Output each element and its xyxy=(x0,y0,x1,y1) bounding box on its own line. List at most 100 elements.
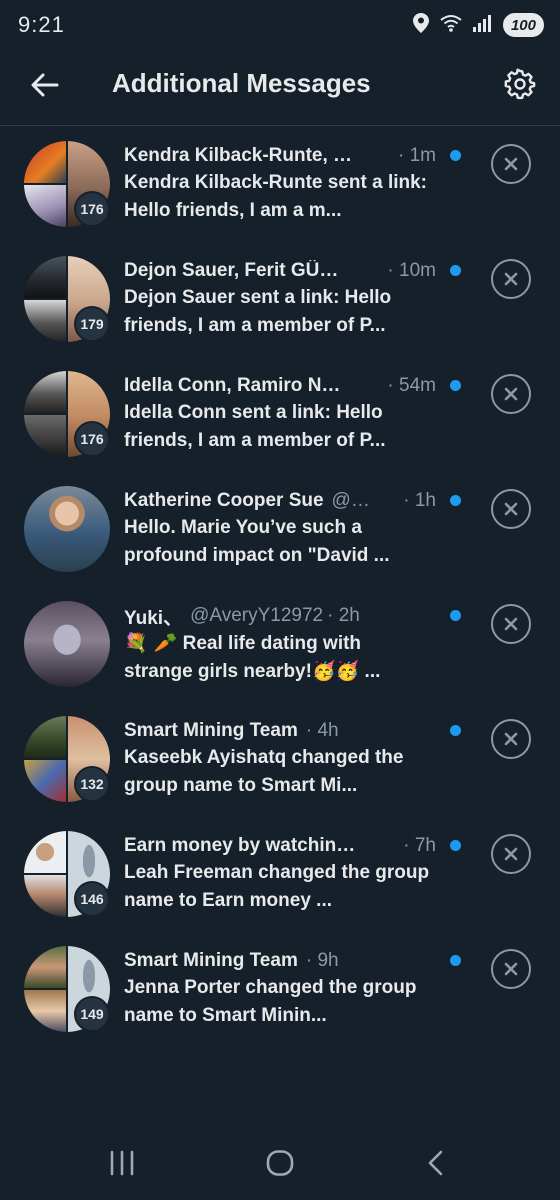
page-title: Additional Messages xyxy=(112,68,371,98)
sender-line: Smart Mining Team · 4h xyxy=(124,718,436,744)
sender-name: Kendra Kilback-Runte, … xyxy=(124,145,353,166)
close-icon xyxy=(504,502,518,516)
location-icon xyxy=(412,12,429,38)
timestamp: · 7h xyxy=(403,835,436,856)
close-icon xyxy=(504,387,518,401)
avatar-image xyxy=(24,256,66,298)
timestamp: · 9h xyxy=(305,950,339,971)
dismiss-button[interactable] xyxy=(491,144,531,184)
timestamp: · 2h xyxy=(327,605,360,626)
dismiss-button[interactable] xyxy=(491,719,531,759)
sender-line: Earn money by watchin… · 7h xyxy=(124,833,436,859)
home-icon xyxy=(266,1150,294,1176)
unread-indicator xyxy=(450,380,461,391)
header: Additional Messages xyxy=(0,52,560,126)
unread-indicator xyxy=(450,840,461,851)
member-count-badge: 146 xyxy=(74,881,110,917)
avatar-image xyxy=(24,486,110,572)
unread-indicator xyxy=(450,265,461,276)
close-icon xyxy=(504,157,518,171)
sender-name: Smart Mining Team xyxy=(124,950,298,971)
sender-line: Kendra Kilback-Runte, … · 1m xyxy=(124,143,436,169)
avatar-image xyxy=(24,716,66,758)
gear-icon xyxy=(504,68,536,100)
dismiss-button[interactable] xyxy=(491,374,531,414)
message-preview: 💐 🥕 Real life dating with strange girls … xyxy=(124,629,432,685)
settings-button[interactable] xyxy=(500,64,540,104)
avatar-image xyxy=(24,415,66,457)
member-count-badge: 176 xyxy=(74,191,110,227)
message-request-row[interactable]: 149 Smart Mining Team · 9h Jenna Porter … xyxy=(0,932,560,1047)
dismiss-button[interactable] xyxy=(491,834,531,874)
avatar-image xyxy=(24,946,66,988)
timestamp: · 54m xyxy=(387,375,436,396)
dismiss-button[interactable] xyxy=(491,604,531,644)
sender-handle: @… xyxy=(331,490,370,511)
message-request-row[interactable]: 176 Kendra Kilback-Runte, … · 1m Kendra … xyxy=(0,127,560,242)
timestamp: · 10m xyxy=(387,260,436,281)
message-request-row[interactable]: Yuki、 @AveryY12972 · 2h 💐 🥕 Real life da… xyxy=(0,587,560,702)
sender-name: Idella Conn, Ramiro N… xyxy=(124,375,341,396)
message-request-row[interactable]: 179 Dejon Sauer, Ferit GÜ… · 10m Dejon S… xyxy=(0,242,560,357)
dismiss-button[interactable] xyxy=(491,489,531,529)
timestamp: · 4h xyxy=(305,720,339,741)
member-count-badge: 149 xyxy=(74,996,110,1032)
sender-name: Dejon Sauer, Ferit GÜ… xyxy=(124,260,339,281)
sender-line: Smart Mining Team · 9h xyxy=(124,948,436,974)
avatar xyxy=(24,601,110,687)
system-back-button[interactable] xyxy=(426,1150,446,1181)
avatar-image xyxy=(24,185,66,227)
close-icon xyxy=(504,272,518,286)
sender-line: Idella Conn, Ramiro N… · 54m xyxy=(124,373,436,399)
sender-name: Earn money by watchin… xyxy=(124,835,356,856)
unread-indicator xyxy=(450,610,461,621)
avatar-image xyxy=(24,831,66,873)
home-button[interactable] xyxy=(266,1150,294,1181)
message-list: 176 Kendra Kilback-Runte, … · 1m Kendra … xyxy=(0,127,560,1047)
timestamp: · 1m xyxy=(398,145,436,166)
message-request-row[interactable]: Katherine Cooper Sue @… · 1h Hello. Mari… xyxy=(0,472,560,587)
member-count-badge: 176 xyxy=(74,421,110,457)
avatar-image xyxy=(24,875,66,917)
sender-handle: @AveryY12972 xyxy=(190,605,324,626)
sender-name: Yuki、 xyxy=(124,607,183,629)
status-icons: 100 xyxy=(412,12,544,38)
system-nav-bar xyxy=(0,1130,560,1200)
timestamp: · 1h xyxy=(403,490,436,511)
unread-indicator xyxy=(450,150,461,161)
avatar xyxy=(24,486,110,572)
avatar-image xyxy=(24,990,66,1032)
avatar-image xyxy=(24,371,66,413)
status-bar: 9:21 100 xyxy=(0,0,560,52)
avatar-image xyxy=(24,300,66,342)
recents-button[interactable] xyxy=(108,1150,136,1181)
member-count-badge: 132 xyxy=(74,766,110,802)
battery-indicator: 100 xyxy=(502,13,544,37)
avatar-image xyxy=(24,760,66,802)
message-request-row[interactable]: 146 Earn money by watchin… · 7h Leah Fre… xyxy=(0,817,560,932)
status-time: 9:21 xyxy=(18,12,65,37)
sender-line: Dejon Sauer, Ferit GÜ… · 10m xyxy=(124,258,436,284)
sender-name: Smart Mining Team xyxy=(124,720,298,741)
unread-indicator xyxy=(450,725,461,736)
message-preview: Jenna Porter changed the group name to S… xyxy=(124,977,417,1026)
dismiss-button[interactable] xyxy=(491,949,531,989)
message-preview: Idella Conn sent a link: Hello friends, … xyxy=(124,402,386,451)
recents-icon xyxy=(110,1150,134,1176)
close-icon xyxy=(504,962,518,976)
message-request-row[interactable]: 176 Idella Conn, Ramiro N… · 54m Idella … xyxy=(0,357,560,472)
sender-line: Yuki、 @AveryY12972 · 2h xyxy=(124,603,436,629)
unread-indicator xyxy=(450,495,461,506)
close-icon xyxy=(504,732,518,746)
message-request-row[interactable]: 132 Smart Mining Team · 4h Kaseebk Ayish… xyxy=(0,702,560,817)
member-count-badge: 179 xyxy=(74,306,110,342)
back-chevron-icon xyxy=(428,1150,443,1176)
sender-name: Katherine Cooper Sue xyxy=(124,490,324,511)
dismiss-button[interactable] xyxy=(491,259,531,299)
close-icon xyxy=(504,847,518,861)
back-button[interactable] xyxy=(26,66,64,104)
avatar-image xyxy=(24,141,66,183)
signal-icon xyxy=(472,14,493,37)
message-preview: Leah Freeman changed the group name to E… xyxy=(124,862,430,911)
message-preview: Kaseebk Ayishatq changed the group name … xyxy=(124,747,404,796)
